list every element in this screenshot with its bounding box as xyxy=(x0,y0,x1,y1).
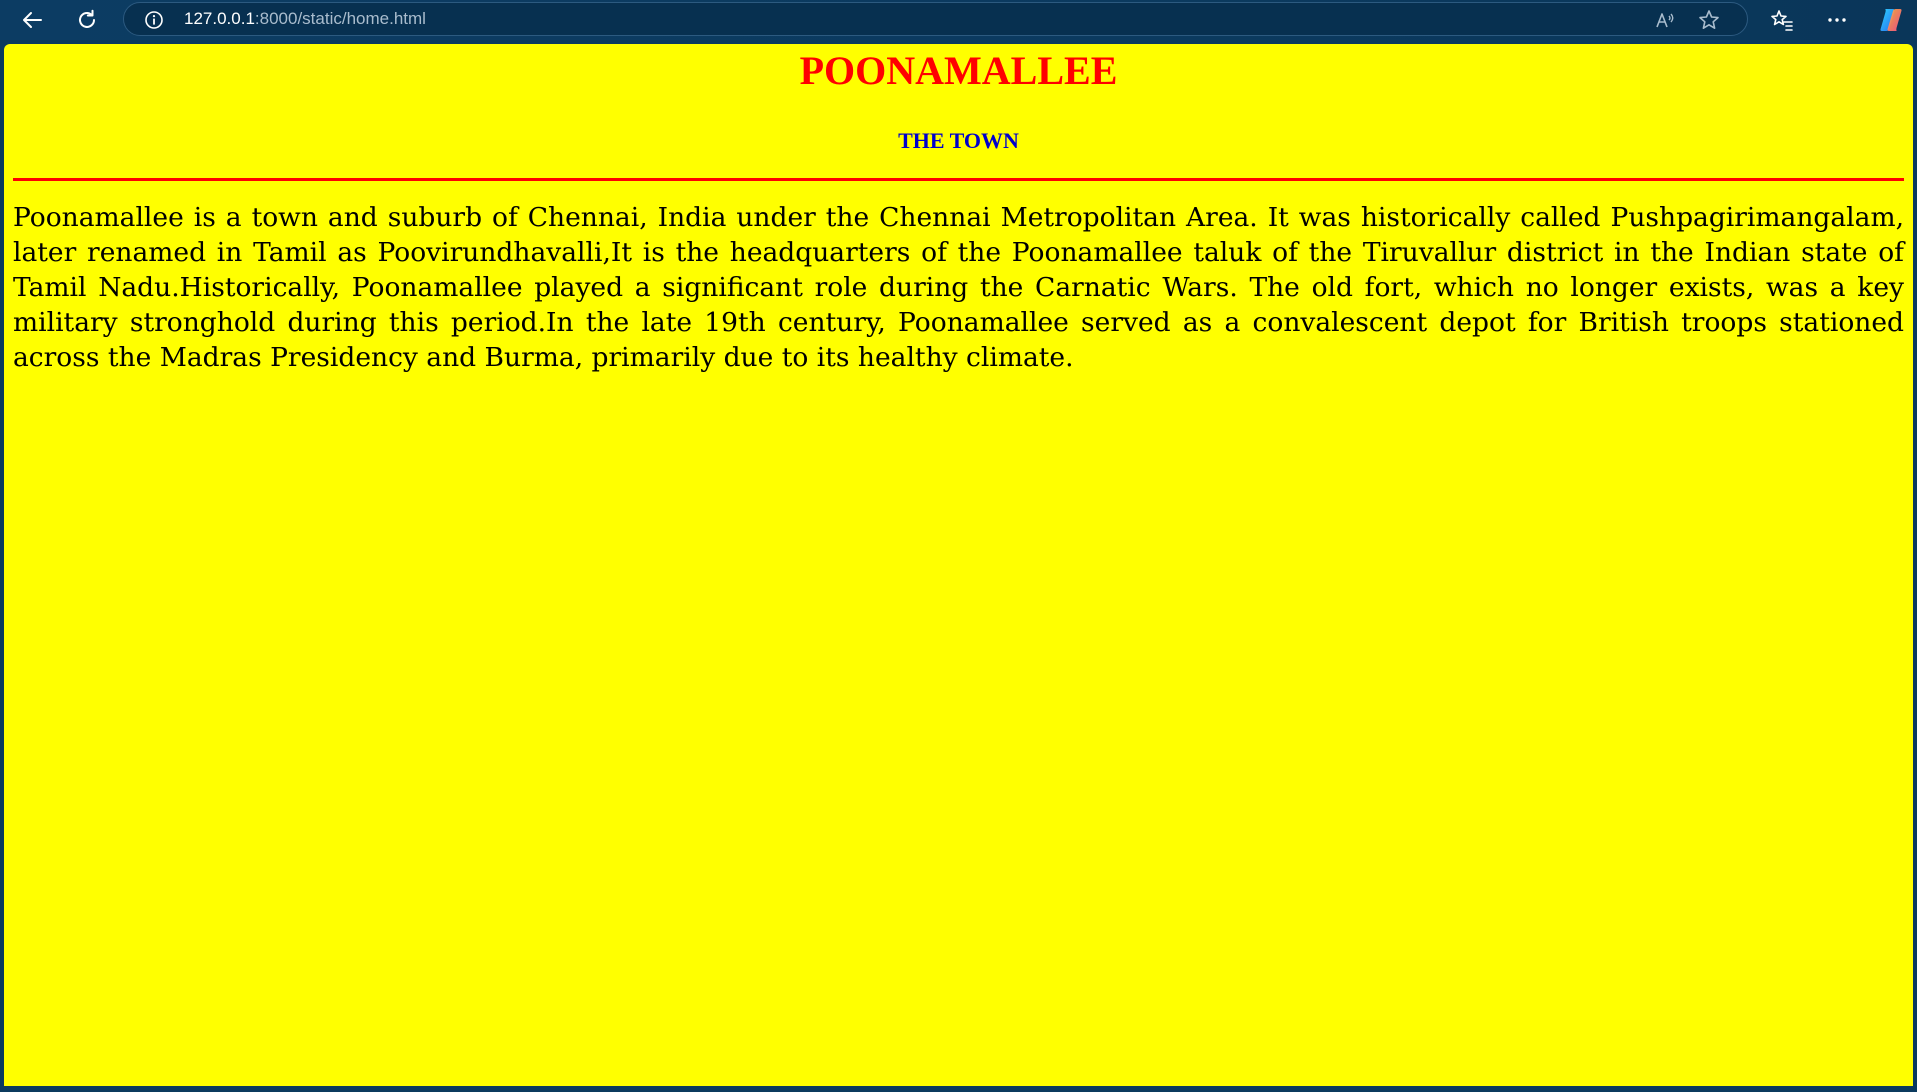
copilot-button[interactable] xyxy=(1875,4,1907,36)
back-arrow-icon xyxy=(23,12,42,28)
favorites-list-icon xyxy=(1771,10,1793,31)
favorite-button[interactable] xyxy=(1697,8,1721,32)
favorites-button[interactable] xyxy=(1766,4,1798,36)
more-menu-button[interactable] xyxy=(1821,4,1853,36)
page-subtitle: THE TOWN xyxy=(898,128,1019,153)
browser-toolbar: 127.0.0.1:8000/static/home.html xyxy=(0,0,1917,40)
town-description: Poonamallee is a town and suburb of Chen… xyxy=(13,202,1904,373)
back-button[interactable] xyxy=(16,4,48,36)
refresh-icon xyxy=(79,9,95,28)
more-menu-icon xyxy=(1828,18,1846,22)
url-text[interactable]: 127.0.0.1:8000/static/home.html xyxy=(184,3,426,35)
star-icon xyxy=(1699,10,1719,29)
url-host: 127.0.0.1 xyxy=(184,9,255,28)
copilot-icon xyxy=(1880,9,1902,31)
refresh-button[interactable] xyxy=(71,4,103,36)
horizontal-rule xyxy=(13,178,1904,181)
page-viewport: POONAMALLEE THE TOWN Poonamallee is a to… xyxy=(4,44,1913,1086)
read-aloud-icon xyxy=(1656,13,1674,28)
url-path: :8000/static/home.html xyxy=(254,9,426,28)
read-aloud-button[interactable] xyxy=(1654,8,1678,32)
page-title: POONAMALLEE xyxy=(799,48,1118,93)
address-bar[interactable]: 127.0.0.1:8000/static/home.html xyxy=(123,2,1748,36)
info-icon[interactable] xyxy=(144,10,164,30)
